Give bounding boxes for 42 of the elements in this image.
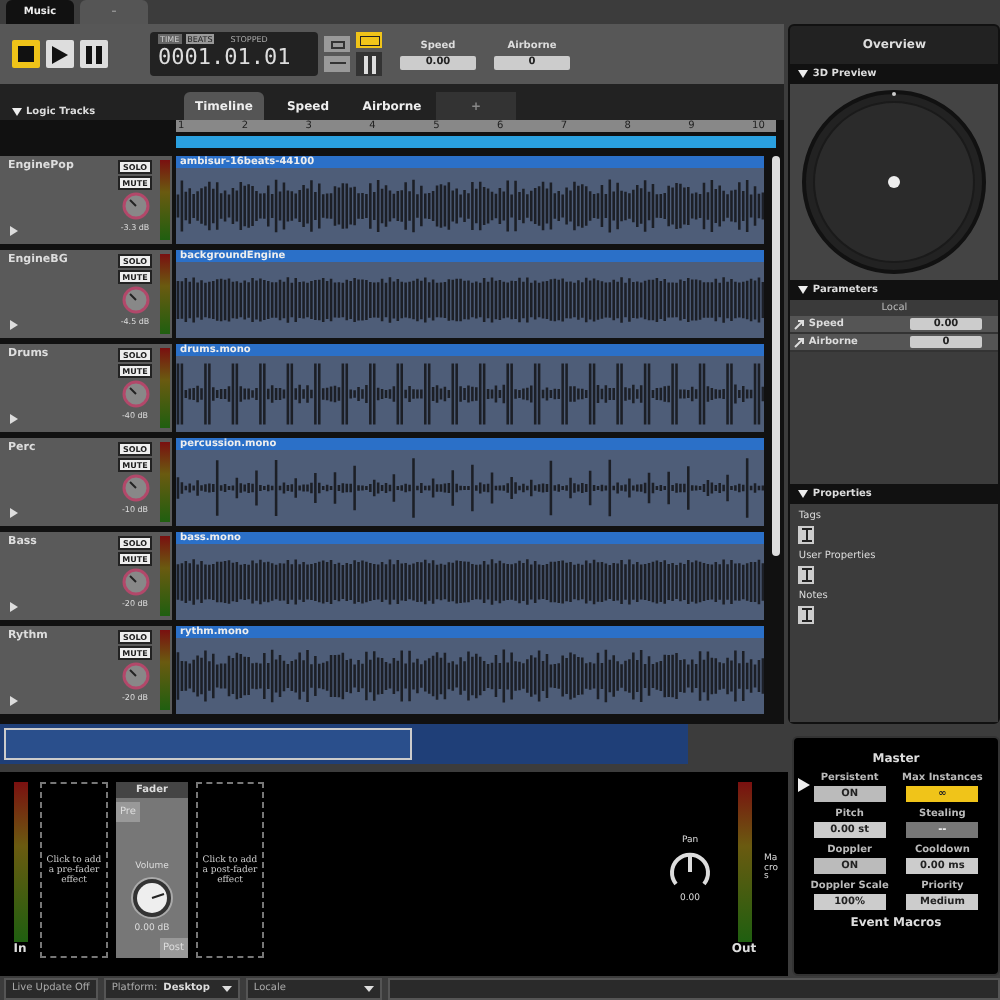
- dash-icon: [329, 62, 345, 66]
- curve-icon: [794, 337, 805, 347]
- collapse-icon: [798, 490, 809, 498]
- collapse-icon: [798, 70, 809, 78]
- text-cursor-icon: [801, 568, 812, 582]
- play-button[interactable]: [46, 40, 74, 68]
- expand-icon: [10, 696, 18, 706]
- volume-knob[interactable]: [130, 876, 174, 920]
- level-meter: [160, 348, 170, 428]
- quantize-button[interactable]: [356, 52, 382, 76]
- level-meter: [160, 160, 170, 240]
- expand-icon: [10, 508, 18, 518]
- position-readout: 0001.01.01: [158, 44, 293, 70]
- loop-icon: [329, 39, 345, 49]
- expand-icon: [10, 226, 18, 236]
- pause-button[interactable]: [80, 40, 108, 68]
- stop-icon: [18, 46, 34, 62]
- level-meter: [160, 254, 170, 334]
- curve-icon: [794, 319, 805, 329]
- text-cursor-icon: [801, 608, 812, 622]
- follow-button[interactable]: [356, 32, 382, 48]
- pan-knob[interactable]: [668, 850, 712, 890]
- level-meter: [160, 630, 170, 710]
- edit-button[interactable]: [798, 606, 815, 624]
- edit-button[interactable]: [798, 566, 815, 584]
- expand-icon: [10, 602, 18, 612]
- level-meter: [160, 536, 170, 616]
- loop-button[interactable]: [324, 36, 350, 52]
- level-meter: [160, 442, 170, 522]
- pause-icon: [86, 45, 102, 63]
- text-cursor-icon: [801, 528, 812, 542]
- pause-icon: [363, 55, 375, 73]
- collapse-icon: [798, 778, 810, 792]
- collapse-icon: [798, 286, 809, 294]
- expand-icon: [10, 320, 18, 330]
- record-button[interactable]: [324, 56, 350, 72]
- expand-icon: [10, 414, 18, 424]
- bar-icon: [359, 35, 379, 45]
- edit-button[interactable]: [798, 526, 815, 544]
- play-icon: [52, 45, 68, 63]
- stop-button[interactable]: [12, 40, 40, 68]
- collapse-icon: [12, 108, 22, 116]
